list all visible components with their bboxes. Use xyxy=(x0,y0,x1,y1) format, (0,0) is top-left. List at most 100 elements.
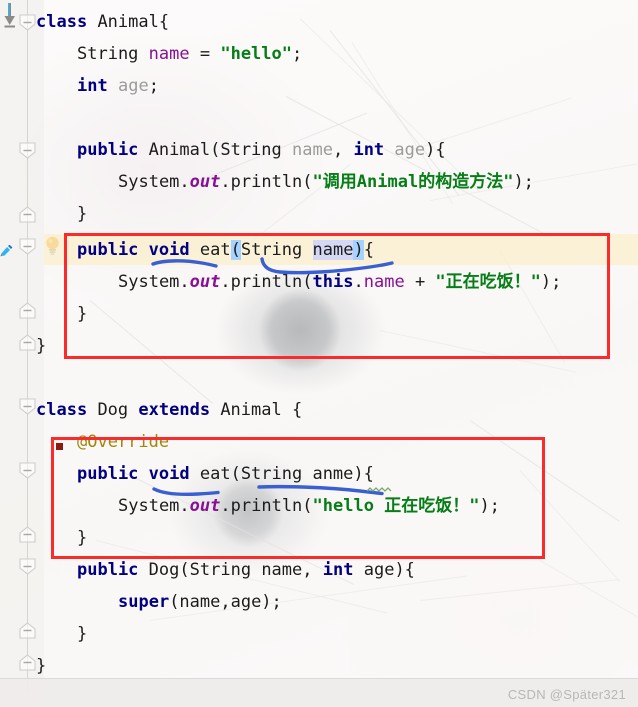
code-token: . xyxy=(179,172,190,192)
code-line-close-class-animal[interactable]: } xyxy=(36,330,46,362)
code-line-close-animal-eat[interactable]: } xyxy=(77,298,87,330)
code-line-field-age[interactable]: int age; xyxy=(77,70,159,102)
code-token: String xyxy=(220,140,282,160)
code-token: , xyxy=(302,560,323,580)
code-token: } xyxy=(77,528,88,548)
code-token: Dog xyxy=(148,560,180,580)
code-line-animal-eat-signature[interactable]: public void eat(String name){ xyxy=(77,234,374,266)
code-token: public xyxy=(77,140,139,160)
code-token: (name,age); xyxy=(169,592,282,612)
code-token: int xyxy=(353,140,385,160)
code-line-dog-constructor[interactable]: public Dog(String name, int age){ xyxy=(77,554,415,586)
code-line-super-call[interactable]: super(name,age); xyxy=(118,586,282,618)
code-token: String xyxy=(77,44,139,64)
code-token: name xyxy=(363,272,405,292)
code-token: . xyxy=(179,496,190,516)
code-line-println-constructor[interactable]: System.out.println("调用Animal的构造方法"); xyxy=(118,166,534,198)
code-token: "调用Animal的构造方法" xyxy=(312,172,514,192)
code-token: name xyxy=(261,560,303,580)
code-token: { xyxy=(158,12,170,32)
code-token: super xyxy=(118,592,170,612)
code-token: ){ xyxy=(394,560,415,580)
code-line-close-dog-constructor[interactable]: } xyxy=(77,618,87,650)
code-editor: class Animal{String name = "hello"; int a… xyxy=(0,0,638,707)
code-token: name xyxy=(312,240,354,260)
code-token: . xyxy=(353,272,364,292)
code-token: ( xyxy=(179,560,190,580)
code-token: @Override xyxy=(77,432,170,452)
code-line-class-animal[interactable]: class Animal{ xyxy=(36,6,169,38)
code-token: eat xyxy=(199,240,231,260)
code-token: "正在吃饭！" xyxy=(435,272,541,292)
code-token: ( xyxy=(302,272,313,292)
code-token: String xyxy=(189,560,252,580)
code-token: . xyxy=(179,272,190,292)
annotation-marker-dog-eat-dot xyxy=(56,443,63,450)
code-token: . xyxy=(220,496,231,516)
code-token: } xyxy=(77,204,88,224)
code-token: ; xyxy=(292,44,303,64)
code-token: println xyxy=(230,496,303,516)
code-token: ( xyxy=(230,240,241,260)
code-token: { xyxy=(281,400,303,420)
code-token: String xyxy=(240,240,313,260)
code-token: println xyxy=(230,172,303,192)
code-line-dog-eat-signature[interactable]: public void eat(String anme){ xyxy=(77,458,374,490)
code-token: age xyxy=(394,140,426,160)
code-line-class-dog[interactable]: class Dog extends Animal { xyxy=(36,394,302,426)
code-token: extends xyxy=(138,400,211,420)
code-text-layer[interactable]: class Animal{String name = "hello"; int a… xyxy=(0,0,638,707)
code-token: ) xyxy=(353,240,364,260)
code-token: println xyxy=(230,272,303,292)
code-token: "hello" xyxy=(220,44,292,64)
code-line-animal-constructor[interactable]: public Animal(String name, int age){ xyxy=(77,134,446,166)
code-token: ( xyxy=(302,172,313,192)
code-line-close-constructor[interactable]: } xyxy=(77,198,87,230)
code-token: public xyxy=(77,464,139,484)
code-token: public xyxy=(77,240,139,260)
code-token: int xyxy=(77,76,108,96)
code-token: out xyxy=(189,172,221,192)
code-token: } xyxy=(77,624,88,644)
csdn-watermark: CSDN @Später321 xyxy=(507,687,626,702)
code-token: name xyxy=(148,44,190,64)
code-token: System xyxy=(118,172,180,192)
code-line-dog-eat-println[interactable]: System.out.println("hello 正在吃饭！"); xyxy=(118,490,500,522)
code-token: ( xyxy=(302,496,313,516)
code-token: } xyxy=(36,656,47,676)
code-token: . xyxy=(220,272,231,292)
code-token: this xyxy=(312,272,354,292)
code-token: void xyxy=(148,240,190,260)
code-token: eat(String anme){ xyxy=(199,464,374,484)
code-token: ); xyxy=(479,496,500,516)
code-token: } xyxy=(36,336,47,356)
code-token: Animal xyxy=(148,140,211,160)
code-token: age xyxy=(117,76,149,96)
code-line-animal-eat-println[interactable]: System.out.println(this.name + "正在吃饭！"); xyxy=(118,266,561,298)
code-token: . xyxy=(220,172,231,192)
code-token: ); xyxy=(513,172,534,192)
code-token: name xyxy=(292,140,333,160)
code-line-close-dog-eat[interactable]: } xyxy=(77,522,87,554)
code-token: System xyxy=(118,496,180,516)
code-token: void xyxy=(148,464,190,484)
code-token: int xyxy=(322,560,354,580)
code-token: "hello 正在吃饭！" xyxy=(312,496,480,516)
code-line-override-annotation[interactable]: @Override xyxy=(77,426,169,458)
code-token: ; xyxy=(148,76,159,96)
code-token: , xyxy=(332,140,354,160)
code-token: public xyxy=(77,560,139,580)
code-token: Dog xyxy=(97,400,129,420)
code-token: = xyxy=(189,44,221,64)
code-line-field-name[interactable]: String name = "hello"; xyxy=(77,38,302,70)
code-token: out xyxy=(189,496,221,516)
